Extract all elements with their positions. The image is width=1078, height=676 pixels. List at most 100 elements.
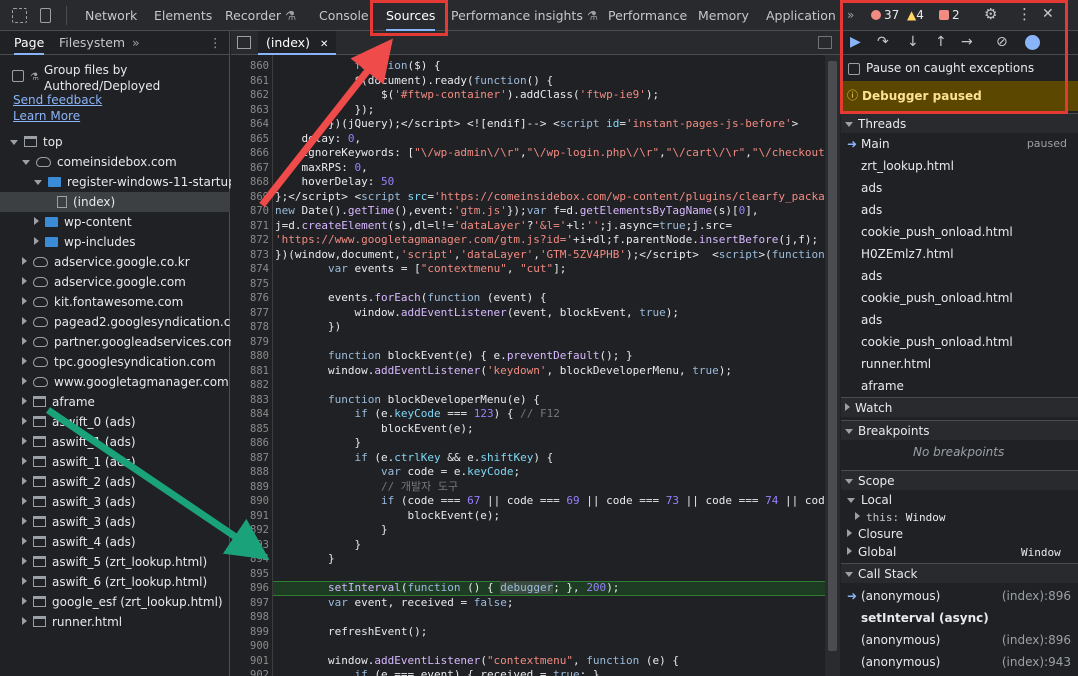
code-line[interactable]: 'https://www.googletagmanager.com/gtm.js…	[275, 233, 825, 248]
code-line[interactable]: $('#ftwp-container').addClass('ftwp-ie9'…	[275, 88, 825, 103]
code-line[interactable]: var code = e.keyCode;	[275, 465, 825, 480]
scrollbar-thumb[interactable]	[828, 61, 837, 651]
more-tabs-button[interactable]: »	[847, 8, 854, 22]
line-number[interactable]: 901	[231, 654, 269, 669]
line-number[interactable]: 878	[231, 320, 269, 335]
code-line[interactable]: window.addEventListener("contextmenu", f…	[275, 654, 825, 669]
line-number[interactable]: 874	[231, 262, 269, 277]
toggle-navigator-icon[interactable]	[237, 36, 251, 49]
tree-item[interactable]: aswift_5 (zrt_lookup.html)	[0, 552, 230, 572]
line-number[interactable]: 868	[231, 175, 269, 190]
toggle-debugger-icon[interactable]	[818, 36, 832, 49]
code-line[interactable]: function blockEvent(e) { e.preventDefaul…	[275, 349, 825, 364]
line-number[interactable]: 884	[231, 407, 269, 422]
line-number[interactable]: 900	[231, 639, 269, 654]
thread-item[interactable]: ads	[861, 265, 1071, 287]
line-number[interactable]: 864	[231, 117, 269, 132]
step-into-icon[interactable]: ↓	[907, 34, 919, 50]
line-number[interactable]: 872	[231, 233, 269, 248]
line-number[interactable]: 886	[231, 436, 269, 451]
tree-item[interactable]: comeinsidebox.com	[0, 152, 230, 172]
scope-global[interactable]: Global	[847, 545, 896, 559]
code-line[interactable]	[275, 639, 825, 654]
code-line[interactable]: })(window,document,'script','dataLayer',…	[275, 248, 825, 263]
code-line[interactable]	[275, 335, 825, 350]
errors-badge[interactable]: 37	[871, 8, 899, 22]
thread-item[interactable]: runner.html	[861, 353, 1071, 375]
line-number[interactable]: 887	[231, 451, 269, 466]
pause-on-exceptions-icon[interactable]	[1025, 35, 1040, 50]
line-number[interactable]: 891	[231, 509, 269, 524]
line-number[interactable]: 877	[231, 306, 269, 321]
line-number[interactable]: 875	[231, 277, 269, 292]
code-line[interactable]: var event, received = false;	[275, 596, 825, 611]
callstack-location[interactable]: (index):896	[1002, 629, 1071, 651]
code-line[interactable]: function blockDeveloperMenu(e) {	[275, 393, 825, 408]
scope-closure[interactable]: Closure	[847, 527, 903, 541]
thread-item[interactable]: ads	[861, 177, 1071, 199]
thread-item[interactable]: cookie_push_onload.html	[861, 287, 1071, 309]
line-number[interactable]: 897	[231, 596, 269, 611]
tree-item[interactable]: aswift_6 (zrt_lookup.html)	[0, 572, 230, 592]
code-line[interactable]: }	[275, 538, 825, 553]
line-number[interactable]: 866	[231, 146, 269, 161]
thread-item[interactable]: cookie_push_onload.html	[861, 331, 1071, 353]
code-line[interactable]: maxRPS: 0,	[275, 161, 825, 176]
thread-item[interactable]: ads	[861, 309, 1071, 331]
line-number[interactable]: 873	[231, 248, 269, 263]
callstack-frame[interactable]: (anonymous) (index):896	[861, 629, 1071, 651]
learn-more-link[interactable]: Learn More	[13, 109, 80, 123]
tree-item[interactable]: kit.fontawesome.com	[0, 292, 230, 312]
line-number[interactable]: 876	[231, 291, 269, 306]
line-number[interactable]: 865	[231, 132, 269, 147]
code-line[interactable]: window.addEventListener('keydown', block…	[275, 364, 825, 379]
tab-filesystem[interactable]: Filesystem	[59, 31, 125, 55]
callstack-section-header[interactable]: Call Stack	[841, 563, 1078, 583]
line-number[interactable]: 885	[231, 422, 269, 437]
code-line[interactable]: ignoreKeywords: ["\/wp-admin\/\r","\/wp-…	[275, 146, 825, 161]
close-tab-icon[interactable]: ✕	[320, 39, 328, 50]
line-number[interactable]: 861	[231, 74, 269, 89]
tree-item[interactable]: runner.html	[0, 612, 230, 632]
callstack-location[interactable]: (index):896	[1002, 585, 1071, 607]
code-line[interactable]: }	[275, 436, 825, 451]
tab-memory[interactable]: Memory	[698, 0, 749, 31]
thread-item[interactable]: cookie_push_onload.html	[861, 221, 1071, 243]
callstack-location[interactable]: (index):943	[1002, 651, 1071, 673]
tree-item[interactable]: aswift_0 (ads)	[0, 412, 230, 432]
code-line[interactable]: if (e.ctrlKey && e.shiftKey) {	[275, 451, 825, 466]
threads-section-header[interactable]: Threads	[841, 113, 1078, 133]
code-line[interactable]: })(jQuery);</script> <![endif]--> <scrip…	[275, 117, 825, 132]
line-number[interactable]: 880	[231, 349, 269, 364]
editor-vertical-scrollbar[interactable]	[825, 55, 840, 676]
code-line[interactable]	[275, 277, 825, 292]
tab-application[interactable]: Application	[766, 0, 836, 31]
line-number[interactable]: 867	[231, 161, 269, 176]
code-line[interactable]: j=d.createElement(s),dl=l!='dataLayer'?'…	[275, 219, 825, 234]
send-feedback-link[interactable]: Send feedback	[13, 93, 102, 107]
line-number[interactable]: 881	[231, 364, 269, 379]
line-number[interactable]: 883	[231, 393, 269, 408]
tree-item[interactable]: google_esf (zrt_lookup.html)	[0, 592, 230, 612]
line-number[interactable]: 882	[231, 378, 269, 393]
tab-sources[interactable]: Sources	[386, 0, 436, 31]
line-number[interactable]: 871	[231, 219, 269, 234]
code-line[interactable]: refreshEvent();	[275, 625, 825, 640]
tab-page[interactable]: Page	[14, 31, 45, 55]
tab-performance-insights[interactable]: Performance insights ⚗	[451, 0, 598, 31]
code-line[interactable]: events.forEach(function (event) {	[275, 291, 825, 306]
settings-gear-icon[interactable]: ⚙	[984, 5, 997, 23]
deactivate-breakpoints-icon[interactable]: ⊘	[996, 34, 1008, 50]
code-line[interactable]: var events = ["contextmenu", "cut"];	[275, 262, 825, 277]
tab-performance[interactable]: Performance	[608, 0, 687, 31]
tree-item[interactable]: aswift_4 (ads)	[0, 532, 230, 552]
step-over-icon[interactable]: ↷	[877, 34, 889, 50]
line-number[interactable]: 869	[231, 190, 269, 205]
line-number[interactable]: 893	[231, 538, 269, 553]
inspect-element-icon[interactable]	[12, 8, 27, 23]
watch-section-header[interactable]: Watch	[841, 397, 1078, 417]
tree-item[interactable]: aswift_1 (ads)	[0, 432, 230, 452]
scope-section-header[interactable]: Scope	[841, 470, 1078, 490]
issues-badge[interactable]: 2	[939, 8, 960, 22]
line-number[interactable]: 860	[231, 59, 269, 74]
